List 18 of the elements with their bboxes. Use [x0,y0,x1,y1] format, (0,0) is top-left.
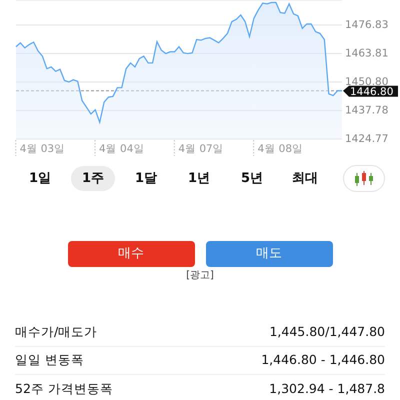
date-label: 4월 03일 [20,143,66,155]
date-label: 4월 04일 [99,143,144,155]
stat-value: 1,302.94 - 1,487.8 [269,380,385,398]
date-label: 4월 08일 [258,143,304,155]
axis-label: 1424.77 [345,133,388,145]
axis-label: 1463.81 [345,48,388,60]
axis-label: 1450.80 [345,76,388,88]
price-tag: 1446.80 [343,86,398,98]
stat-label: 52주 가격변동폭 [15,380,113,398]
stat-value: 1,445.80/1,447.80 [269,323,385,342]
stat-label: 매수가/매도가 [15,323,98,342]
axis-label: 1437.78 [345,104,388,116]
date-label: 4월 07일 [178,143,224,155]
stat-value: 1,446.80 - 1,446.80 [261,351,385,370]
ad-label: [광고] [186,271,214,281]
stat-label: 일일 변동폭 [15,351,84,370]
axis-label: 1476.83 [345,19,388,31]
ref-line-label: 1446.80 [350,86,394,98]
